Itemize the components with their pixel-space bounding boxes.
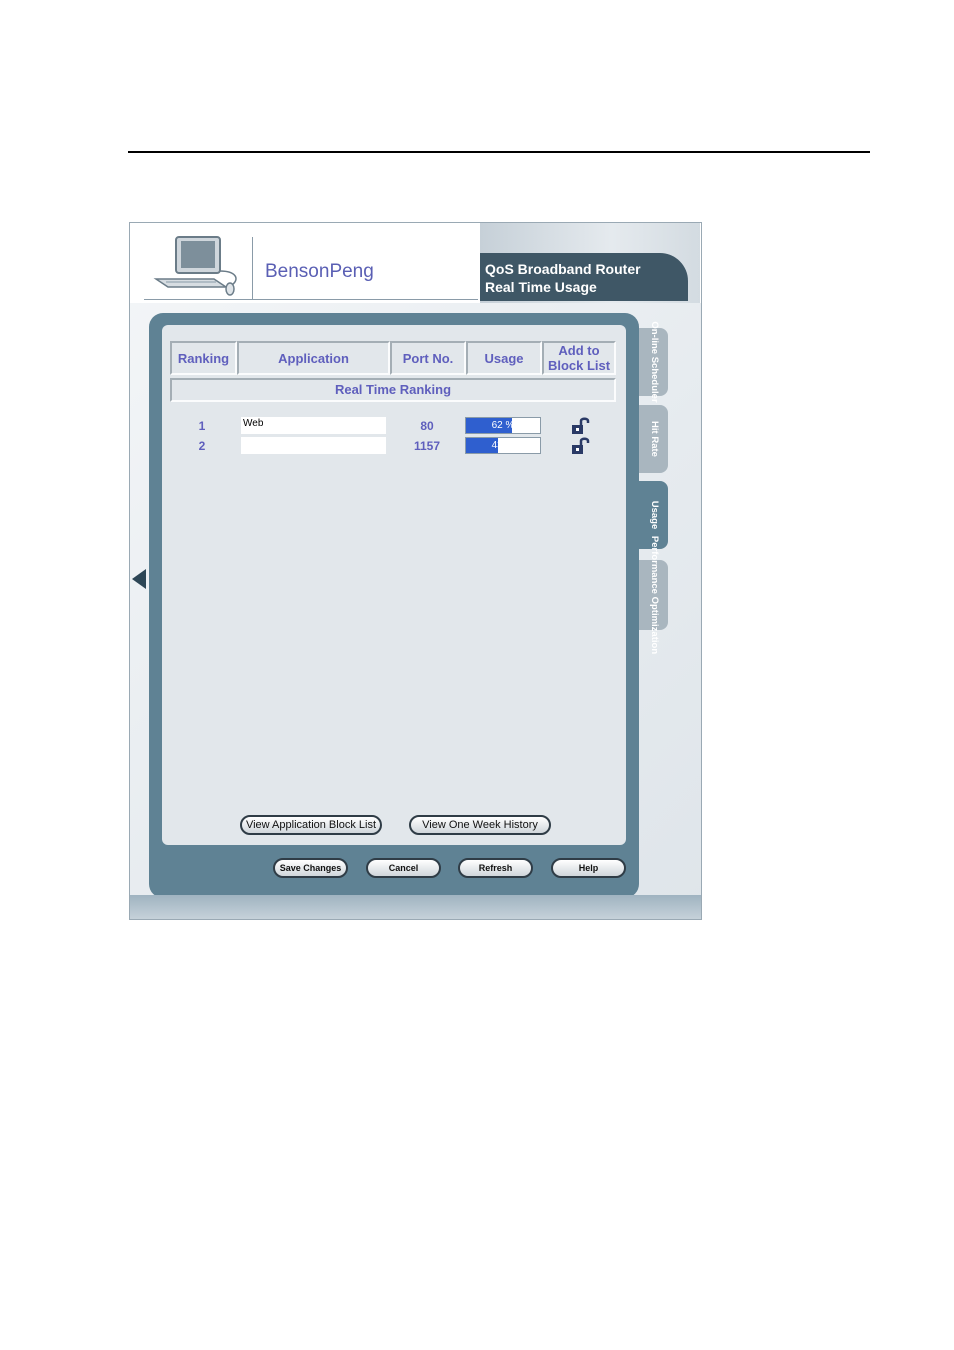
header-underline (144, 299, 478, 300)
header-ranking: Ranking (170, 341, 237, 375)
header-port: Port No. (390, 341, 466, 375)
table-row: 1 Web 80 62 % (162, 417, 626, 437)
application-cell (241, 437, 386, 454)
view-one-week-history-button[interactable]: View One Week History (409, 815, 551, 835)
cancel-button[interactable]: Cancel (366, 858, 441, 878)
header-add-line-1: Add to (558, 343, 600, 358)
tab-hit-rate[interactable]: Hit Rate (639, 405, 668, 473)
computer-icon (153, 236, 237, 296)
tab-performance-optimization[interactable]: Performance Optimization (639, 536, 668, 654)
header-usage: Usage (466, 341, 542, 375)
title-line-1: QoS Broadband Router (485, 261, 641, 277)
application-cell: Web (241, 417, 386, 434)
real-time-ranking-heading: Real Time Ranking (170, 378, 616, 402)
lock-open-icon[interactable] (571, 417, 591, 435)
port-cell: 1157 (413, 439, 441, 453)
usage-percent-text: 43 % (491, 440, 515, 451)
page-divider (128, 151, 870, 153)
rank-cell: 1 (198, 419, 206, 433)
rank-cell: 2 (198, 439, 206, 453)
usage-percent-text: 62 % (491, 420, 515, 431)
bottom-strip (130, 895, 701, 919)
header-add-line-2: Block List (547, 358, 611, 373)
left-arrow-icon[interactable] (132, 569, 146, 589)
usage-bar: 62 % (465, 417, 541, 434)
header-application: Application (237, 341, 390, 375)
header-divider (252, 237, 253, 299)
port-cell: 80 (420, 419, 434, 433)
help-button[interactable]: Help (551, 858, 626, 878)
content-panel: Ranking Application Port No. Usage Add t… (149, 313, 639, 898)
refresh-button[interactable]: Refresh (458, 858, 533, 878)
tab-on-line-scheduler[interactable]: On-line Scheduler (639, 321, 668, 403)
save-changes-button[interactable]: Save Changes (273, 858, 348, 878)
header-add-to-block-list: Add to Block List (542, 341, 616, 375)
usage-table-panel: Ranking Application Port No. Usage Add t… (162, 325, 626, 845)
table-row: 2 1157 43 % (162, 437, 626, 457)
header: BensonPeng QoS Broadband Router Real Tim… (130, 223, 701, 303)
usage-bar: 43 % (465, 437, 541, 454)
page-title: QoS Broadband Router Real Time Usage (480, 253, 688, 301)
lock-open-icon[interactable] (571, 437, 591, 455)
view-application-block-list-button[interactable]: View Application Block List (240, 815, 382, 835)
brand-name: BensonPeng (265, 261, 374, 282)
title-line-2: Real Time Usage (485, 279, 597, 295)
router-window: BensonPeng QoS Broadband Router Real Tim… (129, 222, 702, 920)
